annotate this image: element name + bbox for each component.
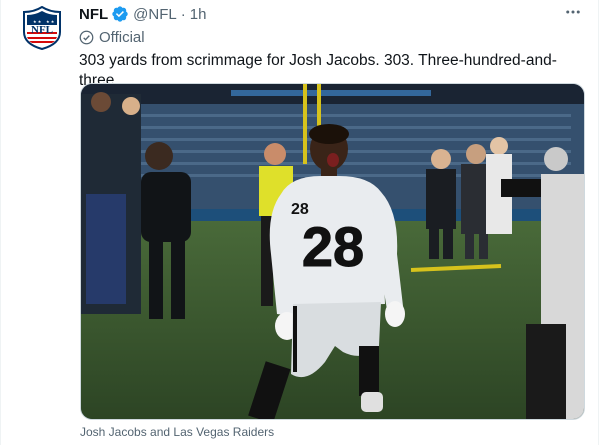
avatar[interactable]: ★ ★ ★ ★ NFL [22,5,62,51]
avatar-logo-text: NFL [31,24,53,36]
tweet-photo[interactable]: 28 28 [80,83,585,420]
header-separator: · [180,5,186,23]
photo-image: 28 28 [81,84,584,419]
nfl-shield-logo: ★ ★ ★ ★ NFL [23,5,61,51]
frame-border-left [0,0,1,445]
author-handle[interactable]: @NFL [133,6,177,23]
author-name[interactable]: NFL [79,6,108,23]
jersey-number: 28 [302,215,364,278]
media-caption: Josh Jacobs and Las Vegas Raiders [80,425,275,439]
tweet-header: NFL @NFL · 1h [79,4,206,24]
verified-badge-icon [111,5,129,23]
tweet-timestamp[interactable]: 1h [190,6,207,23]
more-options-button[interactable] [561,2,585,22]
official-label-text: Official [99,28,145,46]
official-label: Official [79,27,145,47]
government-official-icon [79,30,94,45]
more-horizontal-icon [566,10,580,14]
